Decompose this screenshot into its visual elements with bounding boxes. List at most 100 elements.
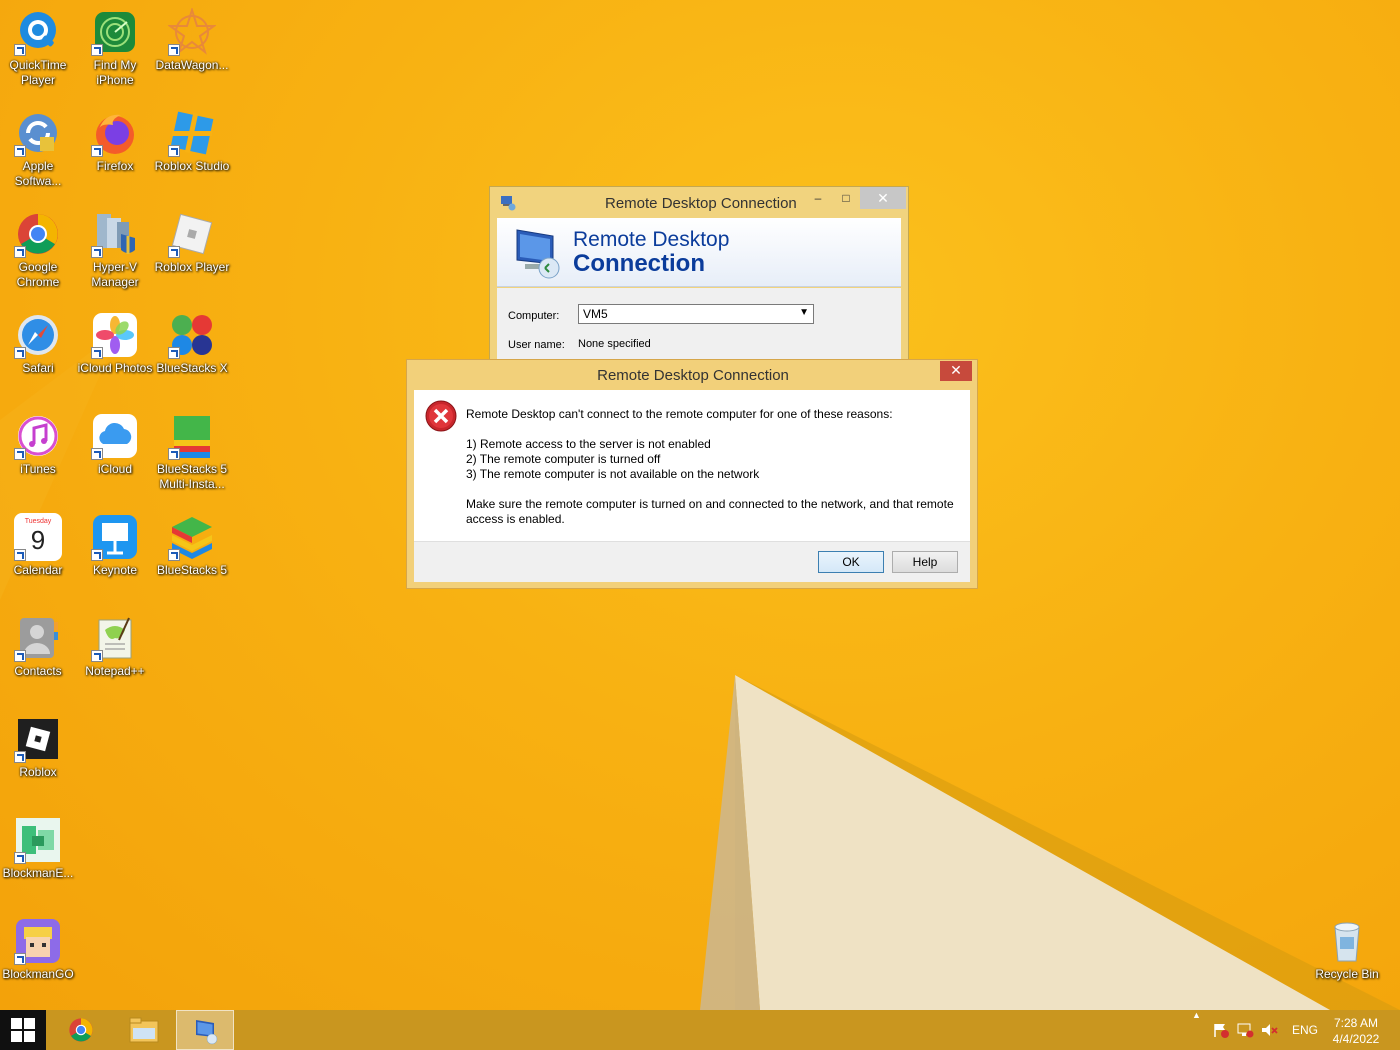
clock-date: 4/4/2022	[1332, 1032, 1380, 1046]
desktop-icon-label: BlockmanE...	[2, 866, 74, 880]
desktop-icon-hyper-v[interactable]: Hyper-V Manager	[77, 204, 153, 300]
taskbar-chrome[interactable]	[52, 1010, 110, 1050]
taskbar-file-explorer[interactable]	[114, 1010, 172, 1050]
rdc-main-window: Remote Desktop Connection – □ ✕ Remote D…	[489, 186, 909, 366]
desktop-icon-blockman-editor[interactable]: BlockmanE...	[0, 810, 76, 906]
recycle-bin-icon	[1334, 922, 1360, 962]
desktop-icon-label: QuickTime Player	[9, 58, 67, 87]
desktop-icon-bluestacks-multi[interactable]: BlueStacks 5 Multi-Insta...	[154, 406, 230, 502]
error-reason: 3) The remote computer is not available …	[466, 467, 760, 481]
desktop-icon-datawagon[interactable]: DataWagon...	[154, 2, 230, 98]
username-label: User name:	[508, 339, 565, 351]
desktop-icon-label: Safari	[22, 361, 54, 375]
desktop-icon-label: iCloud Photos	[77, 361, 153, 375]
desktop-icon-firefox[interactable]: Firefox	[77, 103, 153, 199]
error-content: Remote Desktop can't connect to the remo…	[414, 390, 970, 541]
error-footer: OK Help	[414, 541, 970, 582]
rdc-app-icon	[196, 1020, 218, 1045]
error-dialog-title: Remote Desktop Connection	[597, 367, 789, 384]
help-button[interactable]: Help	[892, 551, 958, 573]
desktop-icon-label: Hyper-V Manager	[91, 260, 139, 289]
desktop-icon-label: Roblox Player	[154, 260, 230, 274]
desktop-icon-keynote[interactable]: Keynote	[77, 507, 153, 603]
desktop-icon-label: BlueStacks 5	[156, 563, 228, 577]
computer-select[interactable]: VM5 ▼	[578, 304, 814, 324]
computer-value: VM5	[583, 307, 608, 321]
desktop-icon-label: BlueStacks 5 Multi-Insta...	[156, 462, 228, 491]
error-advice: Make sure the remote computer is turned …	[466, 497, 954, 511]
desktop-icon-label: Contacts	[14, 664, 62, 678]
taskbar-clock[interactable]: 7:28 AM 4/4/2022	[1318, 1015, 1394, 1047]
computer-label: Computer:	[508, 310, 560, 322]
error-intro: Remote Desktop can't connect to the remo…	[466, 407, 893, 421]
desktop-icon-label: Recycle Bin	[1315, 967, 1379, 981]
chevron-down-icon: ▼	[799, 307, 809, 318]
network-icon[interactable]	[1236, 1022, 1254, 1038]
rdc-app-icon	[501, 196, 516, 211]
desktop-icon-roblox-player[interactable]: Roblox Player	[154, 204, 230, 300]
taskbar: ▲ ENG 7:28 AM 4/4/2022	[0, 1010, 1400, 1050]
desktop-icon-label: iCloud	[97, 462, 133, 476]
rdc-banner-line1: Remote Desktop	[573, 228, 730, 251]
desktop-icon-label: Apple Softwa...	[14, 159, 62, 188]
rdc-monitor-icon	[516, 229, 560, 279]
error-close-button[interactable]: ✕	[940, 361, 972, 381]
desktop-icon-roblox-studio[interactable]: Roblox Studio	[154, 103, 230, 199]
desktop-icon-label: BlockmanGO	[2, 967, 74, 981]
desktop-icon-label: iTunes	[20, 462, 56, 476]
language-indicator[interactable]: ENG	[1292, 1023, 1318, 1037]
desktop-icon-label: Keynote	[92, 563, 138, 577]
desktop-icon-icloud[interactable]: iCloud	[77, 406, 153, 502]
clock-time: 7:28 AM	[1333, 1016, 1379, 1030]
desktop-icon-label: Roblox Studio	[154, 159, 230, 173]
start-button[interactable]	[0, 1010, 46, 1050]
desktop-icon-bluestacks-5[interactable]: BlueStacks 5	[154, 507, 230, 603]
desktop-icon-notepadpp[interactable]: Notepad++	[77, 608, 153, 704]
desktop-icon-apple-software[interactable]: Apple Softwa...	[0, 103, 76, 199]
desktop-icon-chrome[interactable]: Google Chrome	[0, 204, 76, 300]
taskbar-remote-desktop[interactable]	[176, 1010, 234, 1050]
desktop-icon-bluestacks-x[interactable]: BlueStacks X	[154, 305, 230, 401]
ok-button[interactable]: OK	[818, 551, 884, 573]
desktop-icon-label: DataWagon...	[155, 58, 229, 72]
desktop: QuickTime Player Apple Softwa... Google …	[0, 0, 1400, 1010]
desktop-icon-safari[interactable]: Safari	[0, 305, 76, 401]
action-center-flag-icon[interactable]	[1212, 1022, 1230, 1038]
close-button[interactable]: ✕	[860, 187, 906, 209]
desktop-icon-icloud-photos[interactable]: iCloud Photos	[77, 305, 153, 401]
error-icon	[425, 400, 457, 432]
username-value: None specified	[578, 338, 651, 350]
rdc-window-title: Remote Desktop Connection	[605, 195, 797, 212]
maximize-button[interactable]: □	[831, 187, 861, 209]
desktop-icon-find-my-iphone[interactable]: Find My iPhone	[77, 2, 153, 98]
error-advice: access is enabled.	[466, 512, 565, 526]
chrome-icon	[69, 1018, 93, 1042]
error-reason: 1) Remote access to the server is not en…	[466, 437, 711, 451]
desktop-icon-blockmango[interactable]: BlockmanGO	[0, 911, 76, 1007]
rdc-banner-line2: Connection	[573, 250, 705, 277]
rdc-body: Computer: VM5 ▼ User name: None specifie…	[497, 288, 901, 362]
error-reason: 2) The remote computer is turned off	[466, 452, 661, 466]
error-dialog: Remote Desktop Connection ✕ Remote Deskt…	[406, 359, 978, 589]
desktop-icon-label: Find My iPhone	[93, 58, 137, 87]
desktop-icon-label: BlueStacks X	[156, 361, 228, 375]
rdc-banner: Remote Desktop Connection	[497, 218, 901, 287]
tray-expand-icon[interactable]: ▲	[1192, 1010, 1201, 1050]
desktop-icon-quicktime[interactable]: QuickTime Player	[0, 2, 76, 98]
error-title-bar[interactable]: Remote Desktop Connection ✕	[407, 360, 977, 390]
desktop-icon-label: Notepad++	[85, 664, 145, 678]
minimize-button[interactable]: –	[803, 187, 833, 209]
desktop-icon-roblox[interactable]: Roblox	[0, 709, 76, 805]
desktop-icon-label: Roblox	[19, 765, 57, 779]
desktop-icon-recycle-bin[interactable]: Recycle Bin	[1309, 911, 1385, 1007]
desktop-icon-contacts[interactable]: Contacts	[0, 608, 76, 704]
desktop-icon-label: Calendar	[13, 563, 63, 577]
desktop-icon-label: Firefox	[96, 159, 134, 173]
desktop-icon-itunes[interactable]: iTunes	[0, 406, 76, 502]
rdc-title-bar[interactable]: Remote Desktop Connection – □ ✕	[490, 187, 908, 217]
volume-muted-icon[interactable]	[1260, 1022, 1278, 1038]
folder-icon	[129, 1017, 159, 1043]
desktop-icon-calendar[interactable]: Tuesday 9 Calendar	[0, 507, 76, 603]
windows-logo-icon	[11, 1018, 35, 1042]
desktop-icon-label: Google Chrome	[16, 260, 60, 289]
